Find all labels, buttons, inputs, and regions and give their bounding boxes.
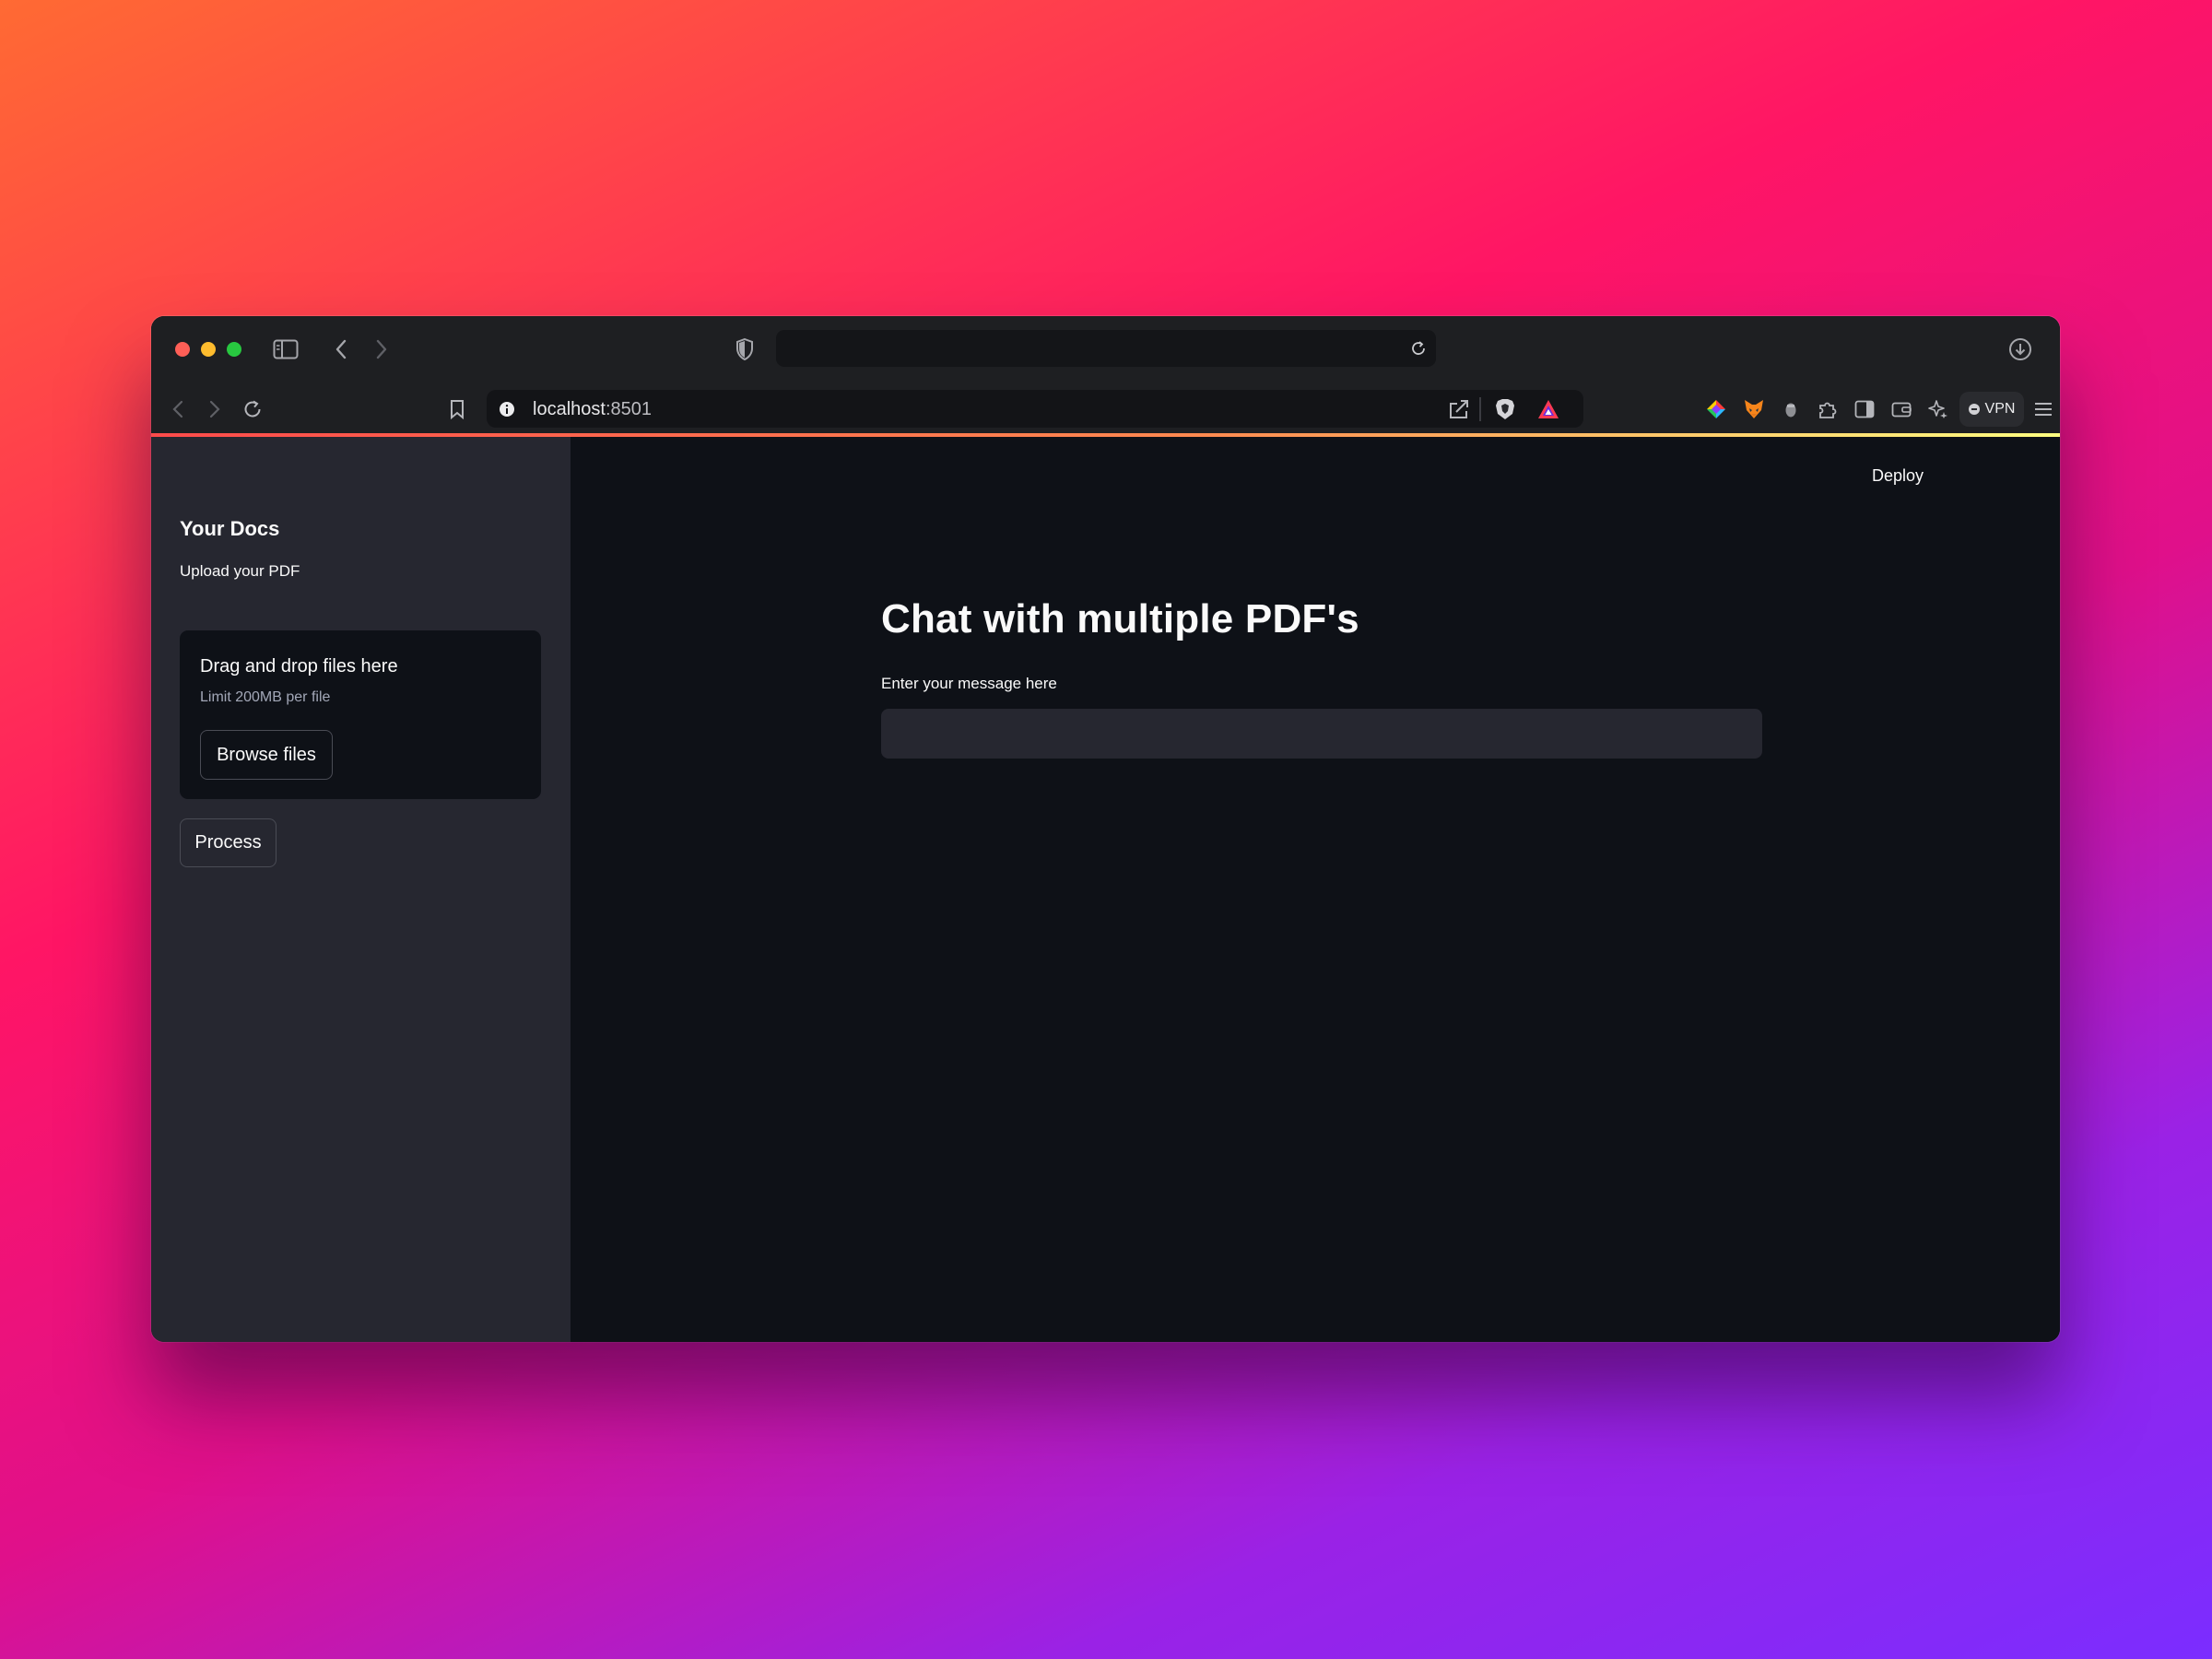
vpn-button[interactable]: VPN: [1959, 392, 2024, 427]
wallet-icon[interactable]: [1889, 397, 1913, 421]
title-bar: [151, 316, 2060, 382]
share-icon[interactable]: [2058, 334, 2060, 363]
sidebar-panel-icon[interactable]: [1853, 397, 1877, 421]
brave-shields-icon[interactable]: [1492, 396, 1518, 422]
brave-rewards-icon[interactable]: [1535, 396, 1561, 422]
vpn-label: VPN: [1984, 401, 2016, 417]
message-input-label: Enter your message here: [881, 675, 1057, 692]
process-button[interactable]: Process: [180, 818, 276, 867]
upload-label: Upload your PDF: [180, 562, 300, 580]
privacy-shield-icon[interactable]: [732, 336, 758, 362]
forward-arrow-icon[interactable]: [205, 398, 225, 420]
toolbar-divider: [1479, 397, 1481, 421]
bookmark-icon[interactable]: [446, 397, 468, 421]
file-dropzone[interactable]: Drag and drop files here Limit 200MB per…: [180, 630, 541, 799]
forward-chevron-icon[interactable]: [371, 336, 393, 362]
leo-ai-icon[interactable]: [1926, 397, 1950, 421]
back-arrow-icon[interactable]: [168, 398, 188, 420]
zoom-window-button[interactable]: [227, 342, 241, 357]
vpn-status-icon: [1968, 404, 1980, 415]
dropzone-title: Drag and drop files here: [200, 656, 398, 677]
share-page-icon[interactable]: [1446, 397, 1472, 421]
url-port: :8501: [605, 399, 652, 419]
close-window-button[interactable]: [175, 342, 190, 357]
browser-window: localhost:8501 VPN Your Docs Upload your…: [151, 316, 2060, 1342]
back-chevron-icon[interactable]: [330, 336, 352, 362]
deploy-button[interactable]: Deploy: [1872, 466, 1924, 486]
url-host: localhost: [533, 399, 606, 419]
dropzone-limit: Limit 200MB per file: [200, 689, 331, 705]
page-title: Chat with multiple PDF's: [881, 596, 1359, 641]
reload-icon[interactable]: [1408, 338, 1429, 359]
extension-bug-icon[interactable]: [1780, 397, 1802, 421]
metamask-fox-icon[interactable]: [1742, 397, 1766, 421]
extensions-puzzle-icon[interactable]: [1816, 397, 1840, 421]
safari-address-bar[interactable]: [776, 330, 1436, 367]
sidebar: Your Docs Upload your PDF Drag and drop …: [151, 437, 571, 1342]
sidebar-title: Your Docs: [180, 517, 280, 540]
site-info-icon[interactable]: [496, 398, 518, 420]
url-text[interactable]: localhost:8501: [533, 382, 652, 436]
message-input[interactable]: [881, 709, 1762, 759]
color-extension-icon[interactable]: [1704, 397, 1728, 421]
downloads-icon[interactable]: [2006, 335, 2034, 363]
main-content: Deploy Chat with multiple PDF's Enter yo…: [571, 437, 2060, 1342]
browse-files-button[interactable]: Browse files: [200, 730, 333, 780]
hamburger-menu-icon[interactable]: [2031, 398, 2055, 420]
sidebar-toggle-icon[interactable]: [272, 337, 300, 361]
browser-toolbar: localhost:8501 VPN: [151, 382, 2060, 436]
minimize-window-button[interactable]: [201, 342, 216, 357]
refresh-icon[interactable]: [241, 397, 265, 421]
